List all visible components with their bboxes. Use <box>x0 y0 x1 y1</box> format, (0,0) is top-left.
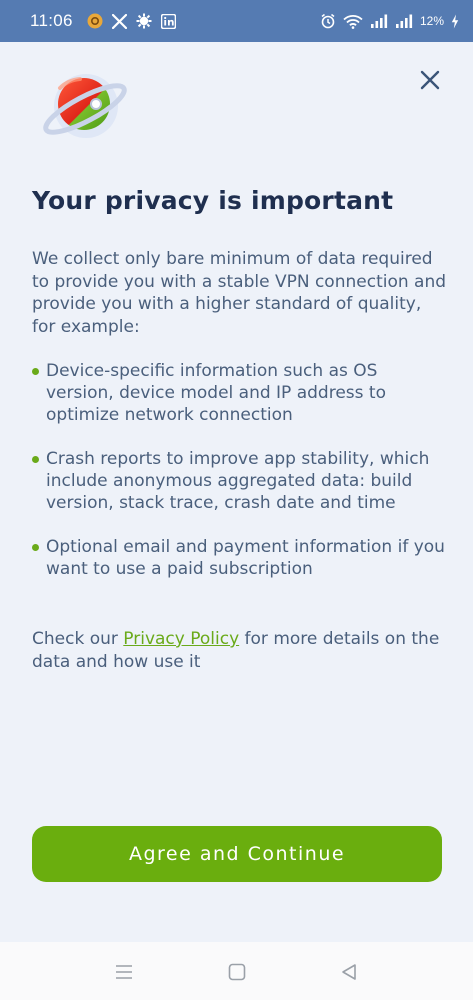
bullet-dot <box>32 368 39 375</box>
page-title: Your privacy is important <box>32 186 394 215</box>
recent-apps-button[interactable] <box>112 960 136 984</box>
privacy-note-prefix: Check our <box>32 629 124 649</box>
status-icons-left <box>87 13 176 29</box>
x-icon <box>111 13 127 29</box>
bullet-dot <box>32 544 39 551</box>
agree-continue-button[interactable]: Agree and Continue <box>32 826 442 882</box>
signal-icon <box>370 14 388 28</box>
back-icon <box>342 964 356 980</box>
wifi-icon <box>343 14 363 29</box>
linkedin-icon <box>160 13 176 29</box>
back-button[interactable] <box>337 960 361 984</box>
app-logo <box>38 66 130 146</box>
menu-icon <box>116 965 132 979</box>
close-icon <box>420 70 440 90</box>
notification-app-icon <box>87 13 103 29</box>
list-item: Device-specific information such as OS v… <box>32 360 447 426</box>
privacy-policy-link[interactable]: Privacy Policy <box>123 629 239 649</box>
battery-level: 12% <box>419 14 444 28</box>
home-icon <box>228 963 246 981</box>
intro-text: We collect only bare minimum of data req… <box>32 249 447 337</box>
home-button[interactable] <box>225 960 249 984</box>
close-button[interactable] <box>414 64 446 96</box>
charging-icon <box>451 14 459 29</box>
alarm-icon <box>320 13 336 29</box>
system-nav-bar <box>0 942 473 1000</box>
signal-icon <box>395 14 413 28</box>
list-item: Optional email and payment information i… <box>32 536 447 580</box>
gear-badge-icon <box>136 13 152 29</box>
list-item-text: Device-specific information such as OS v… <box>46 361 386 425</box>
privacy-note: Check our Privacy Policy for more detail… <box>32 628 447 674</box>
list-item-text: Crash reports to improve app stability, … <box>46 449 430 513</box>
status-bar: 11:06 12% <box>0 0 473 42</box>
list-item-text: Optional email and payment information i… <box>46 537 445 579</box>
list-item: Crash reports to improve app stability, … <box>32 448 447 514</box>
status-time: 11:06 <box>30 11 73 30</box>
data-collection-list: Device-specific information such as OS v… <box>32 360 447 602</box>
status-icons-right: 12% <box>320 13 459 29</box>
bullet-dot <box>32 456 39 463</box>
privacy-consent-screen: Your privacy is important We collect onl… <box>0 42 473 942</box>
